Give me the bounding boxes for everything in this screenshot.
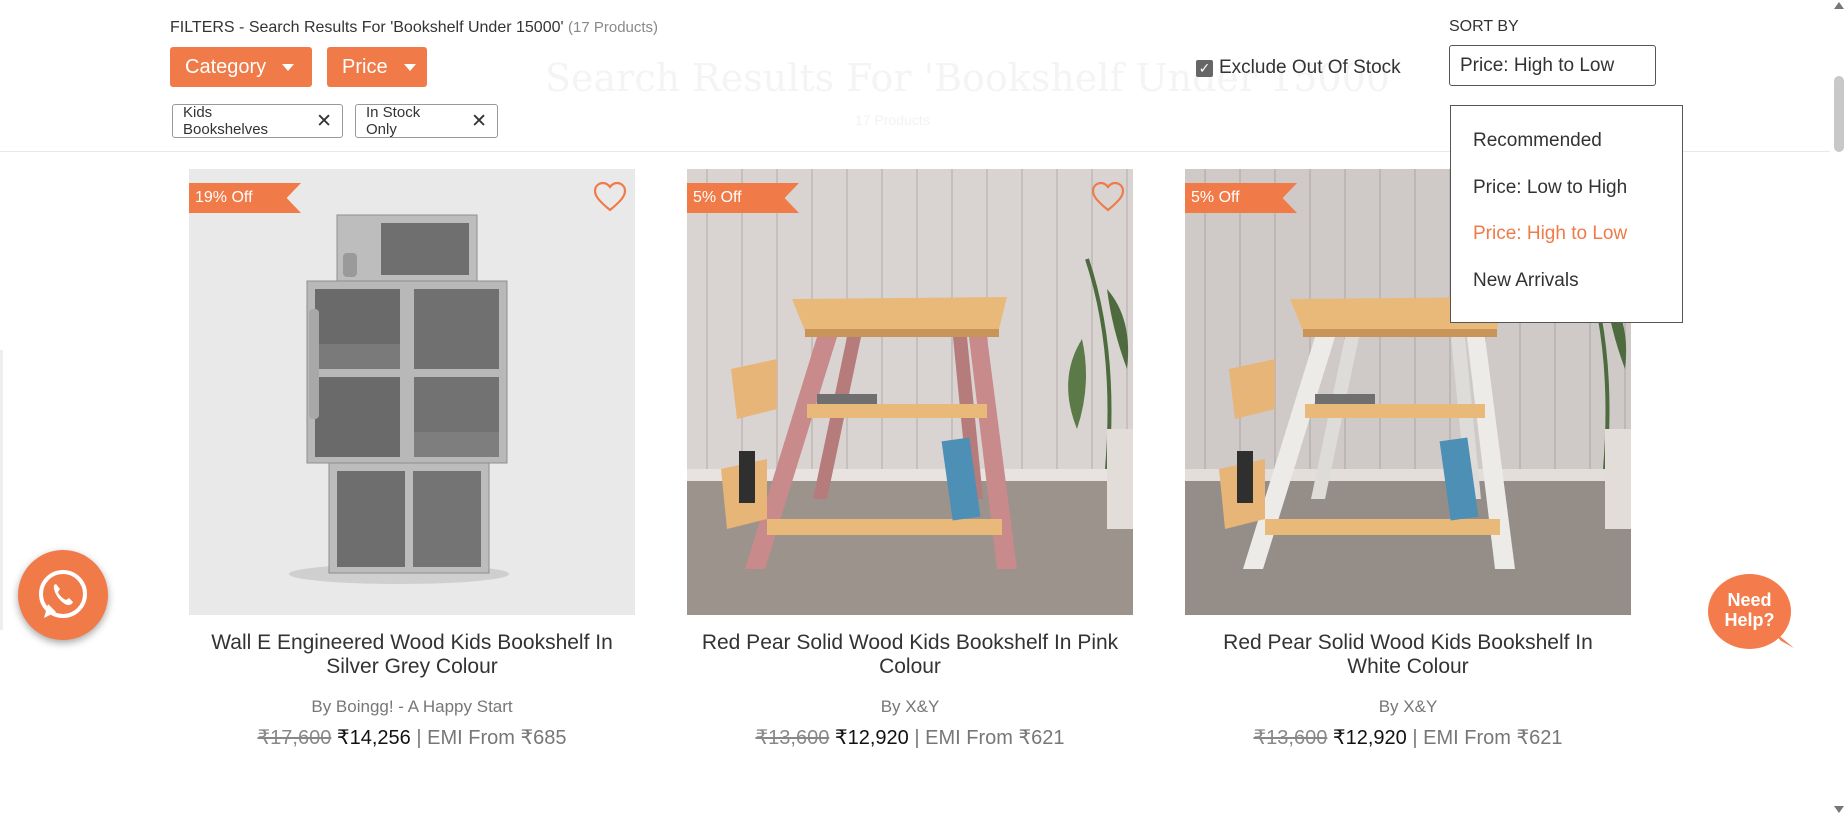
discount-badge: 5% Off [1185, 183, 1297, 213]
discount-badge: 19% Off [189, 183, 301, 213]
need-help-line1: Need [1727, 590, 1772, 610]
product-brand: By X&Y [880, 697, 940, 716]
product-sale-price: ₹12,920 [1332, 727, 1407, 749]
scroll-down-arrow-icon[interactable] [1834, 806, 1844, 813]
product-count: (17 Products) [568, 19, 659, 36]
heart-outline-icon[interactable] [1091, 181, 1125, 213]
product-mrp: ₹17,600 [257, 727, 332, 749]
background-product-count: 17 Products [855, 112, 930, 128]
filter-chip-in-stock: In Stock Only ✕ [355, 104, 498, 138]
product-mrp: ₹13,600 [755, 727, 830, 749]
checkbox-checked-icon[interactable]: ✓ [1196, 59, 1213, 77]
exclude-out-of-stock-toggle[interactable]: ✓ Exclude Out Of Stock [1196, 57, 1401, 79]
vertical-scrollbar[interactable] [1830, 0, 1848, 827]
whatsapp-button[interactable] [18, 550, 108, 640]
product-mrp: ₹13,600 [1253, 727, 1328, 749]
product-brand: By X&Y [1378, 697, 1438, 716]
product-sale-price: ₹14,256 [336, 727, 411, 749]
caret-down-icon [282, 63, 295, 71]
discount-badge: 5% Off [687, 183, 799, 213]
product-price: ₹13,600 ₹12,920 | EMI From ₹621 [687, 725, 1133, 750]
sort-selected-value: Price: High to Low [1460, 54, 1615, 76]
filter-chip-label: Kids Bookshelves [183, 104, 269, 138]
caret-down-icon [403, 63, 416, 71]
product-emi: | EMI From ₹621 [914, 727, 1065, 749]
close-icon[interactable]: ✕ [316, 112, 332, 131]
heart-outline-icon[interactable] [593, 181, 627, 213]
product-brand: By Boingg! - A Happy Start [311, 697, 513, 716]
product-card[interactable]: 5% Off Red Pear Solid Wood Kids Bookshel… [687, 169, 1133, 750]
left-edge-tab [0, 350, 3, 630]
sort-option-new-arrivals[interactable]: New Arrivals [1451, 258, 1682, 305]
product-title[interactable]: Red Pear Solid Wood Kids Bookshelf In Wh… [1185, 631, 1631, 679]
sort-by-label: SORT BY [1449, 18, 1519, 35]
need-help-line2: Help? [1724, 610, 1775, 630]
product-image-pink-bookshelf[interactable]: 5% Off [687, 169, 1133, 615]
product-sale-price: ₹12,920 [834, 727, 909, 749]
product-price: ₹13,600 ₹12,920 | EMI From ₹621 [1185, 725, 1631, 750]
sort-select[interactable]: Price: High to Low [1449, 45, 1656, 86]
product-emi: | EMI From ₹621 [1412, 727, 1563, 749]
filters-summary: FILTERS - Search Results For 'Bookshelf … [170, 19, 658, 37]
price-filter-label: Price [342, 55, 388, 78]
sort-option-price-low-high[interactable]: Price: Low to High [1451, 165, 1682, 212]
close-icon[interactable]: ✕ [471, 112, 487, 131]
sort-option-recommended[interactable]: Recommended [1451, 118, 1682, 165]
filters-summary-text: FILTERS - Search Results For 'Bookshelf … [170, 19, 564, 36]
whatsapp-icon [39, 570, 87, 618]
filter-chip-label: In Stock Only [366, 104, 421, 138]
product-emi: | EMI From ₹685 [416, 727, 567, 749]
category-filter-label: Category [185, 55, 267, 78]
product-title[interactable]: Wall E Engineered Wood Kids Bookshelf In… [189, 631, 635, 679]
scrollbar-thumb[interactable] [1834, 76, 1844, 152]
sort-option-price-high-low[interactable]: Price: High to Low [1451, 211, 1682, 258]
product-title[interactable]: Red Pear Solid Wood Kids Bookshelf In Pi… [687, 631, 1133, 679]
category-filter-button[interactable]: Category [170, 47, 312, 87]
price-filter-button[interactable]: Price [327, 47, 427, 87]
product-card[interactable]: 19% Off Wall E Engineered Wood Kids Book… [189, 169, 635, 750]
product-image-grey-bookshelf[interactable]: 19% Off [189, 169, 635, 615]
filter-chip-kids-bookshelves: Kids Bookshelves ✕ [172, 104, 343, 138]
sort-dropdown-menu: Recommended Price: Low to High Price: Hi… [1450, 105, 1683, 323]
exclude-out-of-stock-label: Exclude Out Of Stock [1219, 57, 1401, 78]
product-price: ₹17,600 ₹14,256 | EMI From ₹685 [189, 725, 635, 750]
scroll-up-arrow-icon[interactable] [1834, 2, 1844, 9]
